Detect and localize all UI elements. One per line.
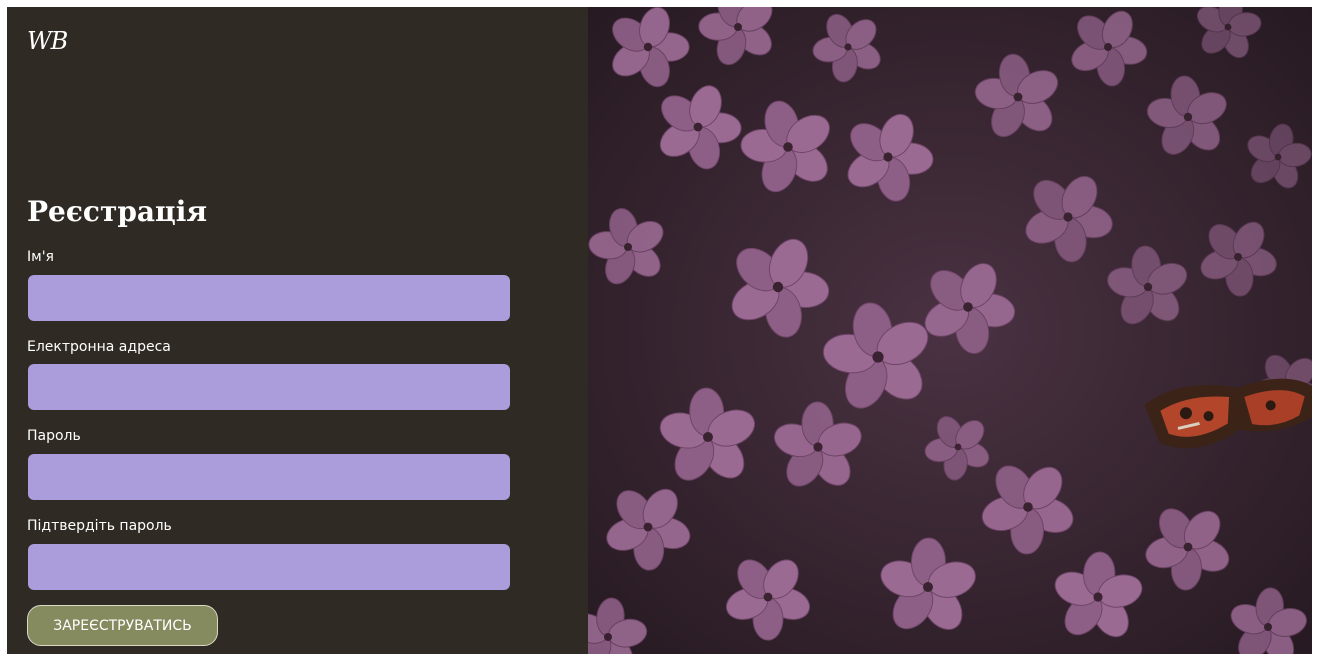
password-label: Пароль: [27, 428, 81, 444]
email-input[interactable]: [28, 364, 510, 410]
flower-photo: [588, 7, 1312, 654]
confirm-password-label: Підтвердіть пароль: [27, 518, 172, 534]
registration-panel: WB Реєстрація Ім'я Електронна адреса Пар…: [7, 7, 588, 654]
confirm-password-input[interactable]: [28, 544, 510, 590]
registration-page: WB Реєстрація Ім'я Електронна адреса Пар…: [7, 7, 1312, 654]
name-label: Ім'я: [27, 249, 54, 265]
hero-image: [588, 7, 1312, 654]
page-title: Реєстрація: [27, 195, 208, 228]
password-input[interactable]: [28, 454, 510, 500]
name-input[interactable]: [28, 275, 510, 321]
register-button[interactable]: ЗАРЕЄСТРУВАТИСЬ: [27, 605, 218, 646]
brand-logo[interactable]: WB: [27, 27, 68, 55]
email-label: Електронна адреса: [27, 339, 171, 355]
